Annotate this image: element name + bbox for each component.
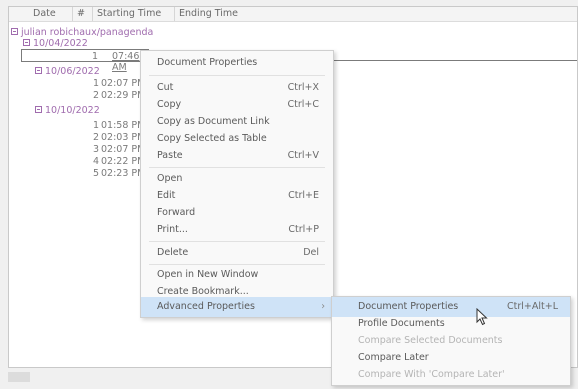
- row-start-time: 02:22 PM: [101, 156, 146, 167]
- menu-item-label: Advanced Properties: [157, 301, 255, 312]
- row-number: 1: [93, 78, 100, 89]
- column-ending-time[interactable]: Ending Time: [175, 7, 295, 21]
- menu-item-delete[interactable]: Delete Del: [141, 243, 333, 263]
- category-date-label: 10/06/2022: [45, 66, 100, 77]
- menu-item-label: Compare With 'Compare Later': [358, 369, 505, 380]
- selection-border: [331, 60, 577, 61]
- row-number: 4: [93, 156, 100, 167]
- collapse-box-icon[interactable]: [35, 67, 42, 74]
- menu-item-shortcut: Del: [303, 247, 319, 258]
- collapse-box-icon[interactable]: [35, 106, 42, 113]
- menu-item-label: Open in New Window: [157, 269, 259, 280]
- column-header: Date # Starting Time Ending Time: [9, 7, 577, 22]
- category-date-label: 10/04/2022: [33, 38, 88, 49]
- menu-item-print[interactable]: Print... Ctrl+P: [141, 220, 333, 240]
- submenu-item-compare-with-compare-later: Compare With 'Compare Later': [332, 365, 570, 385]
- menu-item-shortcut: Ctrl+V: [287, 150, 319, 161]
- row-number: 5: [93, 168, 100, 179]
- menu-item-label: Copy as Document Link: [157, 116, 270, 127]
- row-number: 1: [92, 51, 99, 62]
- chevron-right-icon: ›: [321, 301, 325, 312]
- advanced-properties-submenu: Document Properties Ctrl+Alt+L Profile Do…: [331, 296, 571, 386]
- collapse-box-icon[interactable]: [23, 39, 30, 46]
- category-date[interactable]: 10/04/2022: [23, 38, 578, 49]
- menu-item-label: Compare Selected Documents: [358, 335, 503, 346]
- menu-separator: [149, 167, 325, 168]
- menu-item-label: Document Properties: [157, 57, 258, 68]
- menu-item-label: Copy Selected as Table: [157, 133, 267, 144]
- row-start-time: 02:03 PM: [101, 132, 146, 143]
- menu-item-label: Delete: [157, 247, 189, 258]
- column-starting-time[interactable]: Starting Time: [93, 7, 175, 21]
- menu-separator: [149, 241, 325, 242]
- menu-item-document-properties[interactable]: Document Properties: [141, 53, 333, 73]
- menu-item-label: Open: [157, 173, 183, 184]
- collapse-box-icon[interactable]: [11, 28, 18, 35]
- row-number: 2: [93, 90, 100, 101]
- menu-item-label: Edit: [157, 190, 176, 201]
- row-start-time: 02:07 PM: [101, 144, 146, 155]
- column-number[interactable]: #: [73, 7, 93, 21]
- category-root[interactable]: julian robichaux/panagenda: [11, 27, 578, 38]
- horizontal-scrollbar[interactable]: [8, 372, 30, 382]
- row-number: 1: [93, 120, 100, 131]
- menu-item-label: Copy: [157, 99, 182, 110]
- row-start-time: 02:23 PM: [101, 168, 146, 179]
- menu-item-shortcut: Ctrl+P: [288, 224, 319, 235]
- menu-item-advanced-properties[interactable]: Advanced Properties ›: [141, 297, 333, 317]
- menu-item-paste[interactable]: Paste Ctrl+V: [141, 146, 333, 166]
- menu-item-label: Document Properties: [358, 301, 459, 312]
- menu-item-label: Print...: [157, 224, 188, 235]
- table-row-selected[interactable]: 1 07:46 AM: [21, 49, 149, 73]
- context-menu: Document Properties Cut Ctrl+X Copy Ctrl+C…: [140, 50, 334, 318]
- menu-item-label: Forward: [157, 207, 196, 218]
- category-root-label: julian robichaux/panagenda: [21, 27, 154, 38]
- menu-item-label: Compare Later: [358, 352, 429, 363]
- column-date[interactable]: Date: [29, 7, 73, 21]
- menu-item-label: Cut: [157, 82, 174, 93]
- row-number: 2: [93, 132, 100, 143]
- row-start-time: 02:07 PM: [101, 78, 146, 89]
- menu-separator: [149, 75, 325, 76]
- row-number: 3: [93, 144, 100, 155]
- menu-item-label: Create Bookmark...: [157, 286, 249, 297]
- row-start-time: 01:58 PM: [101, 120, 146, 131]
- mouse-pointer-icon: [476, 308, 488, 326]
- menu-item-label: Profile Documents: [358, 318, 445, 329]
- category-date-label: 10/10/2022: [45, 105, 100, 116]
- row-start-time: 02:29 PM: [101, 90, 146, 101]
- menu-item-label: Paste: [157, 150, 183, 161]
